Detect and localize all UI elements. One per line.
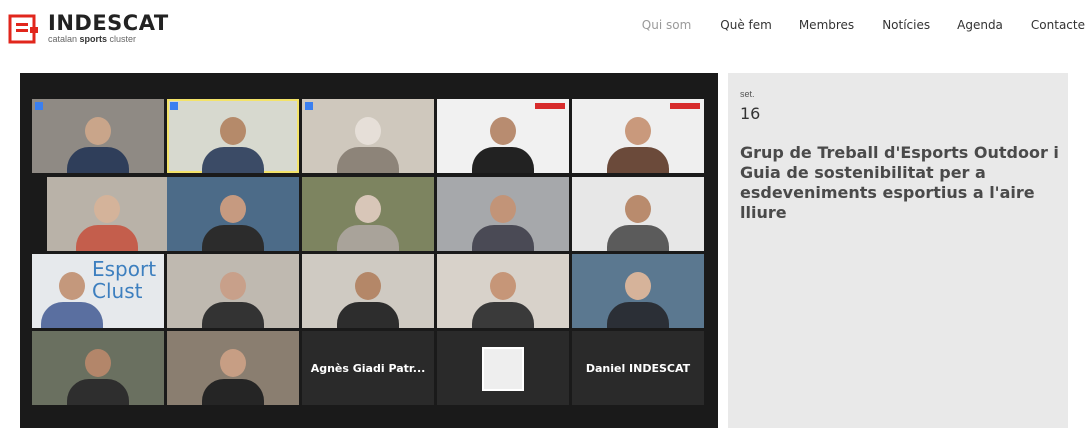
brand-title: INDESCAT [48,11,169,35]
participant-tile [47,177,167,251]
main-nav: Qui som Què fem Membres Notícies Agenda … [642,18,1087,32]
recording-icon [170,102,178,110]
nav-link-que-fem[interactable]: Què fem [720,18,772,32]
participant-tile [572,254,704,328]
brand-subtitle: catalan sports cluster [48,34,137,44]
event-month: set. [740,89,755,99]
participant-figure [67,117,129,173]
site-header: INDESCAT catalan sports cluster Qui som … [0,0,1087,64]
recording-icon [305,102,313,110]
participant-tile-video-off: Agnès Giadi Patr... [302,331,434,405]
brand-watermark [535,103,565,109]
participant-tile [572,177,704,251]
brand-logo[interactable]: INDESCAT catalan sports cluster [8,12,169,45]
participant-tile [437,254,569,328]
event-day: 16 [740,104,761,123]
nav-link-membres[interactable]: Membres [799,18,854,32]
participant-tile [437,99,569,173]
indescat-logo-icon [8,14,38,43]
participant-tile [302,99,434,173]
nav-link-qui-som[interactable]: Qui som [642,18,691,32]
event-title[interactable]: Grup de Treball d'Esports Outdoor i Guia… [740,143,1065,223]
participant-tile-video-off [437,331,569,405]
participant-tile [572,99,704,173]
participant-tile [32,331,164,405]
event-card[interactable]: set. 16 Grup de Treball d'Esports Outdoo… [728,73,1068,428]
participant-tile [302,177,434,251]
brand-watermark [670,103,700,109]
participant-tile: Esport Clust [32,254,164,328]
participant-tile [167,331,299,405]
nav-link-agenda[interactable]: Agenda [957,18,1003,32]
participant-avatar [482,347,524,391]
participant-tile-video-off: Daniel INDESCAT [572,331,704,405]
participant-tile [437,177,569,251]
participant-tile-active [167,99,299,173]
participant-tile [302,254,434,328]
recording-icon [35,102,43,110]
nav-link-contacte[interactable]: Contacte [1031,18,1085,32]
participant-name: Agnès Giadi Patr... [310,361,426,375]
participant-tile [167,254,299,328]
participant-tile [167,177,299,251]
meeting-photo: Esport Clust Agnès Giadi Patr... Daniel I… [20,73,718,428]
participant-name: Daniel INDESCAT [585,361,691,375]
nav-link-noticies[interactable]: Notícies [882,18,930,32]
participant-tile [32,99,164,173]
